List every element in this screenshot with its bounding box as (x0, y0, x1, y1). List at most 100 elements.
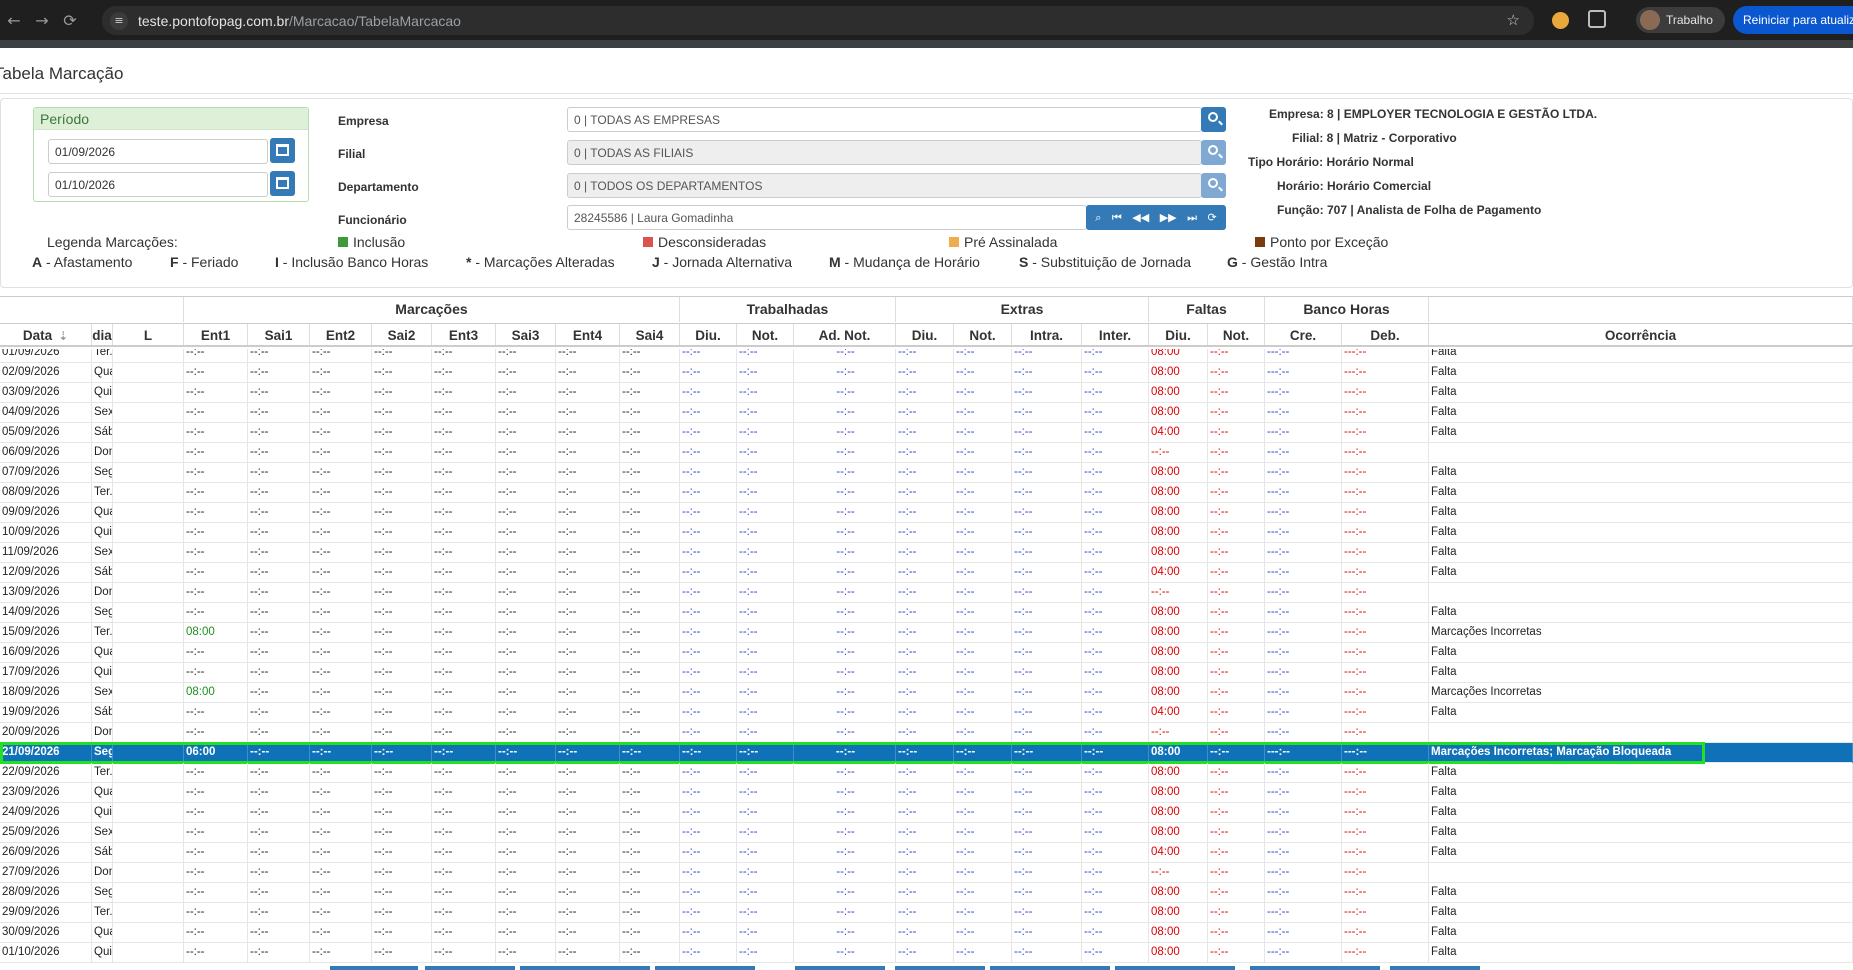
update-button[interactable]: Reiniciar para atualizar (1733, 6, 1853, 34)
footer-button[interactable] (1390, 966, 1480, 970)
table-row[interactable]: 09/09/2026Qua.--:----:----:----:----:---… (0, 503, 1853, 523)
col-banco-deb-header[interactable]: Deb. (1342, 324, 1429, 345)
end-date-button[interactable] (270, 171, 295, 196)
col-trab-diu-cell: --:-- (680, 643, 737, 663)
footer-button[interactable] (895, 966, 985, 970)
footer-button[interactable] (330, 966, 418, 970)
table-row[interactable]: 16/09/2026Qua.--:----:----:----:----:---… (0, 643, 1853, 663)
footer-button[interactable] (1250, 966, 1380, 970)
col-data-header[interactable]: Data ⇣ (0, 324, 92, 345)
filial-search-button[interactable] (1201, 140, 1226, 165)
empresa-search-button[interactable] (1201, 107, 1226, 132)
col-sai4-header[interactable]: Sai4 (620, 324, 680, 345)
footer-button[interactable] (655, 966, 755, 970)
table-row[interactable]: 13/09/2026Dom.--:----:----:----:----:---… (0, 583, 1853, 603)
table-row[interactable]: 20/09/2026Dom.--:----:----:----:----:---… (0, 723, 1853, 743)
col-data-cell: 10/09/2026 (0, 523, 92, 543)
table-row[interactable]: 05/09/2026Sáb.--:----:----:----:----:---… (0, 423, 1853, 443)
col-falta-diu-header[interactable]: Diu. (1149, 324, 1208, 345)
col-extra-intra-header[interactable]: Intra. (1012, 324, 1082, 345)
table-row-selected[interactable]: 21/09/2026Seg.06:00--:----:----:----:---… (0, 743, 1853, 763)
table-body[interactable]: 01/09/2026 Ter. --:-- --:-- --:-- --:-- --:-- -… (0, 349, 1853, 970)
table-row[interactable]: 07/09/2026Seg.--:----:----:----:----:---… (0, 463, 1853, 483)
table-row[interactable]: 02/09/2026Qua.--:----:----:----:----:---… (0, 363, 1853, 383)
table-row[interactable]: 08/09/2026 Ter. --:-- --:-- --:-- --:-- --:-- -… (0, 483, 1853, 503)
filial-field[interactable]: 0 | TODAS AS FILIAIS (567, 140, 1202, 165)
col-ent4-header[interactable]: Ent4 (556, 324, 620, 345)
previous-record-icon[interactable]: ◀◀ (1132, 211, 1149, 224)
footer-button[interactable] (990, 966, 1110, 970)
col-ent3-header[interactable]: Ent3 (432, 324, 496, 345)
footer-button[interactable] (1115, 966, 1235, 970)
search-icon[interactable]: ⌕ (1095, 211, 1101, 225)
site-info-icon[interactable]: ≡ (110, 11, 128, 30)
last-record-icon[interactable]: ⏭ (1187, 211, 1197, 225)
table-row[interactable]: 12/09/2026Sáb.--:----:----:----:----:---… (0, 563, 1853, 583)
col-extra-inter-header[interactable]: Inter. (1082, 324, 1149, 345)
footer-button[interactable] (425, 966, 515, 970)
start-date-button[interactable] (270, 138, 295, 163)
url-text[interactable]: teste.pontofopag.com.br/Marcacao/TabelaM… (138, 13, 461, 29)
table-row[interactable]: 24/09/2026 Qui. --:-- --:-- --:-- --:-- --:-- -… (0, 803, 1853, 823)
table-row[interactable]: 01/09/2026 Ter. --:-- --:-- --:-- --:-- --:-- -… (0, 349, 1853, 363)
table-row[interactable]: 25/09/2026Sex.--:----:----:----:----:---… (0, 823, 1853, 843)
table-row[interactable]: 19/09/2026Sáb.--:----:----:----:----:---… (0, 703, 1853, 723)
address-bar[interactable]: ≡ teste.pontofopag.com.br/Marcacao/Tabel… (102, 6, 1534, 35)
table-row[interactable]: 23/09/2026Qua.--:----:----:----:----:---… (0, 783, 1853, 803)
table-row[interactable]: 11/09/2026Sex.--:----:----:----:----:---… (0, 543, 1853, 563)
col-extra-diu-header[interactable]: Diu. (896, 324, 954, 345)
table-row[interactable]: 30/09/2026Qua.--:----:----:----:----:---… (0, 923, 1853, 943)
col-trab-not-header[interactable]: Not. (737, 324, 794, 345)
table-row[interactable]: 22/09/2026 Ter. --:-- --:-- --:-- --:-- --:-- -… (0, 763, 1853, 783)
table-row[interactable]: 17/09/2026 Qui. --:-- --:-- --:-- --:-- --:-- -… (0, 663, 1853, 683)
col-trab-diu-header[interactable]: Diu. (680, 324, 737, 345)
col-trab-diu-cell: --:-- (680, 503, 737, 523)
table-row[interactable]: 03/09/2026 Qui. --:-- --:-- --:-- --:-- --:-- -… (0, 383, 1853, 403)
table-row[interactable]: 18/09/2026Sex.08:00--:----:----:----:---… (0, 683, 1853, 703)
empresa-field[interactable]: 0 | TODAS AS EMPRESAS (567, 107, 1202, 132)
departamento-search-button[interactable] (1201, 173, 1226, 198)
forward-icon[interactable]: → (28, 11, 56, 30)
end-date-input[interactable]: 01/10/2026 (48, 172, 268, 197)
departamento-field[interactable]: 0 | TODOS OS DEPARTAMENTOS (567, 173, 1202, 198)
bookmark-star-icon[interactable]: ☆ (1507, 11, 1520, 29)
refresh-icon[interactable]: ⟳ (1207, 211, 1216, 224)
col-l-header[interactable]: L (113, 324, 184, 345)
col-ent2-header[interactable]: Ent2 (310, 324, 372, 345)
footer-button[interactable] (795, 966, 885, 970)
reload-icon[interactable]: ⟳ (56, 11, 84, 30)
table-row[interactable]: 01/10/2026 Qui. --:-- --:-- --:-- --:-- --:-- -… (0, 943, 1853, 963)
start-date-input[interactable]: 01/09/2026 (48, 139, 268, 164)
table-row[interactable]: 29/09/2026 Ter. --:-- --:-- --:-- --:-- --:-- -… (0, 903, 1853, 923)
col-ent1-header[interactable]: Ent1 (184, 324, 248, 345)
table-row[interactable]: 27/09/2026Dom.--:----:----:----:----:---… (0, 863, 1853, 883)
col-dia-header[interactable]: dia (92, 324, 113, 345)
col-falta-not-header[interactable]: Not. (1208, 324, 1265, 345)
col-ocorrencia-header[interactable]: Ocorrência (1429, 324, 1853, 345)
profile-button[interactable]: Trabalho (1636, 7, 1725, 33)
table-row[interactable]: 04/09/2026Sex.--:----:----:----:----:---… (0, 403, 1853, 423)
funcionario-field[interactable]: 28245586 | Laura Gomadinha (567, 205, 1087, 230)
col-sai3-header[interactable]: Sai3 (496, 324, 556, 345)
table-row[interactable]: 06/09/2026Dom.--:----:----:----:----:---… (0, 443, 1853, 463)
sort-icon[interactable]: ⇣ (58, 329, 68, 343)
table-row[interactable]: 15/09/2026 Ter. 08:00 --:-- --:-- --:-- --:-- -… (0, 623, 1853, 643)
col-banco-cre-header[interactable]: Cre. (1265, 324, 1342, 345)
table-row[interactable]: 14/09/2026Seg.--:----:----:----:----:---… (0, 603, 1853, 623)
col-ent4-cell: --:-- (556, 423, 620, 443)
col-trab-adnot-cell: --:-- (794, 503, 896, 523)
col-extra-not-header[interactable]: Not. (954, 324, 1012, 345)
col-falta-diu-cell: 08:00 (1149, 883, 1208, 903)
back-icon[interactable]: ← (0, 11, 28, 30)
table-row[interactable]: 28/09/2026Seg.--:----:----:----:----:---… (0, 883, 1853, 903)
col-trab-adnot-header[interactable]: Ad. Not. (794, 324, 896, 345)
col-sai2-header[interactable]: Sai2 (372, 324, 432, 345)
footer-button[interactable] (520, 966, 650, 970)
extension-icon[interactable] (1552, 12, 1569, 29)
extensions-puzzle-icon[interactable] (1588, 10, 1606, 28)
first-record-icon[interactable]: ⏮ (1112, 211, 1122, 225)
col-sai1-header[interactable]: Sai1 (248, 324, 310, 345)
next-record-icon[interactable]: ▶▶ (1160, 211, 1177, 224)
table-row[interactable]: 26/09/2026Sáb.--:----:----:----:----:---… (0, 843, 1853, 863)
table-row[interactable]: 10/09/2026 Qui. --:-- --:-- --:-- --:-- --:-- -… (0, 523, 1853, 543)
